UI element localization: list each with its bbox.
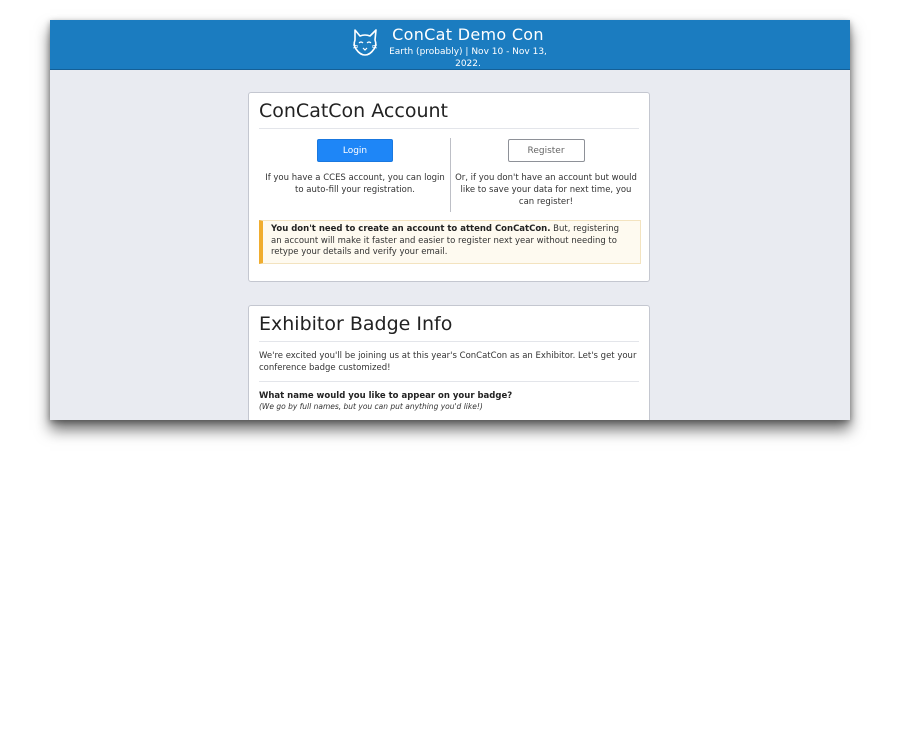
account-card-title: ConCatCon Account <box>259 93 639 129</box>
browser-viewport: ConCat Demo Con Earth (probably) | Nov 1… <box>50 20 850 420</box>
notice-bold-text: You don't need to create an account to a… <box>271 224 551 234</box>
account-card: ConCatCon Account Login If you have a CC… <box>248 92 650 282</box>
cat-head-logo-icon <box>352 29 378 56</box>
register-description: Or, if you don't have an account but wou… <box>455 173 637 207</box>
register-column: Register Or, if you don't have an accoun… <box>451 138 641 208</box>
badge-name-hint: (We go by full names, but you can put an… <box>259 402 483 411</box>
header-text: ConCat Demo Con Earth (probably) | Nov 1… <box>388 24 548 70</box>
site-subtitle: Earth (probably) | Nov 10 - Nov 13, 2022… <box>389 47 547 69</box>
badge-name-question: What name would you like to appear on yo… <box>259 391 513 401</box>
login-column: Login If you have a CCES account, you ca… <box>259 138 451 196</box>
register-button[interactable]: Register <box>507 139 585 162</box>
site-header: ConCat Demo Con Earth (probably) | Nov 1… <box>50 20 850 70</box>
login-description: If you have a CCES account, you can logi… <box>265 173 445 195</box>
badge-card-title: Exhibitor Badge Info <box>259 306 639 342</box>
account-optional-notice: You don't need to create an account to a… <box>259 220 641 264</box>
login-button[interactable]: Login <box>317 139 393 162</box>
badge-info-card: Exhibitor Badge Info We're excited you'l… <box>248 305 650 420</box>
badge-intro-text: We're excited you'll be joining us at th… <box>259 350 639 382</box>
site-title: ConCat Demo Con <box>392 25 544 44</box>
